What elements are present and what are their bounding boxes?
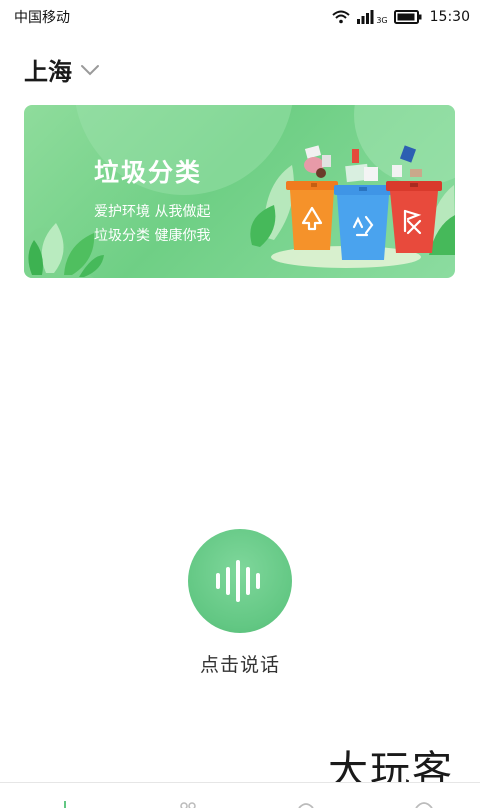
bottom-tab-bar (0, 782, 480, 810)
city-selector[interactable]: 上海 (24, 52, 100, 87)
voice-input-label[interactable]: 点击说话 (0, 650, 480, 677)
battery-icon (393, 10, 422, 24)
tab-home[interactable] (56, 793, 76, 808)
status-bar: 中国移动 3G 15:30 (0, 0, 480, 34)
clock: 15:30 (429, 9, 470, 25)
sound-wave-icon (216, 560, 260, 602)
signal-icon (357, 10, 374, 24)
voice-input-button[interactable] (188, 529, 292, 633)
status-icons: 3G 15:30 (332, 6, 470, 28)
city-name: 上海 (24, 58, 72, 86)
chevron-down-icon (81, 64, 99, 75)
wifi-icon (332, 10, 351, 24)
tab-search[interactable] (296, 793, 316, 809)
tab-profile[interactable] (414, 793, 434, 809)
network-type: 3G (376, 15, 388, 25)
promo-banner[interactable]: 垃圾分类 爱护环境 从我做起 垃圾分类 健康你我 (24, 105, 455, 278)
tab-category[interactable] (176, 793, 196, 810)
trash-bins-illustration (286, 145, 442, 260)
carrier-label: 中国移动 (14, 10, 70, 26)
